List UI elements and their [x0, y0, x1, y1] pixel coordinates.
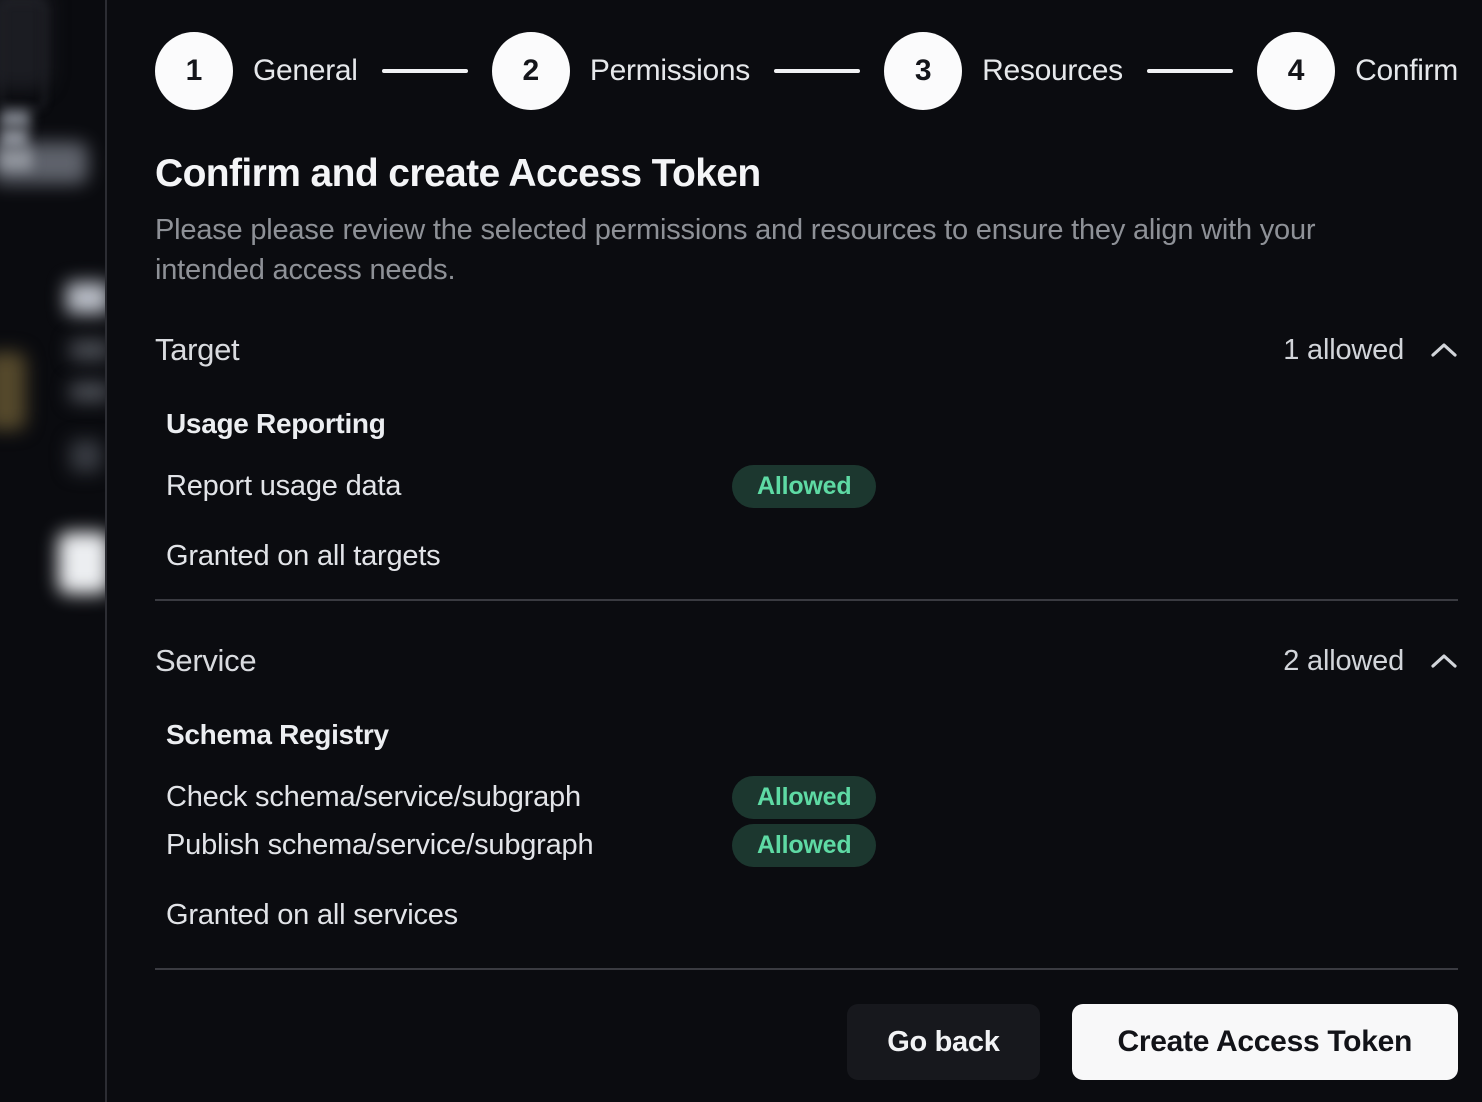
granted-note: Granted on all targets — [155, 540, 1458, 573]
section-summary: 2 allowed — [1283, 645, 1458, 678]
page-description: Please please review the selected permis… — [155, 210, 1395, 290]
wizard-stepper: 1 General 2 Permissions 3 Resources 4 Co… — [155, 32, 1458, 110]
blurred-icon — [70, 440, 102, 472]
permission-row: Report usage data Allowed — [166, 462, 1458, 510]
allowed-badge: Allowed — [732, 824, 876, 867]
step-number-circle: 3 — [884, 32, 962, 110]
section-title: Target — [155, 332, 239, 368]
permission-rows: Report usage data Allowed — [166, 462, 1458, 510]
permission-group-usage-reporting: Usage Reporting Report usage data Allowe… — [155, 408, 1458, 510]
step-label: Permissions — [590, 54, 750, 88]
step-general[interactable]: 1 General — [155, 32, 358, 110]
permission-group-title: Schema Registry — [166, 719, 1458, 751]
section-header-service[interactable]: Service 2 allowed — [155, 643, 1458, 679]
allowed-badge: Allowed — [732, 776, 876, 819]
permission-group-title: Usage Reporting — [166, 408, 1458, 440]
permission-label: Report usage data — [166, 470, 401, 503]
blurred-highlight — [0, 352, 26, 430]
section-divider — [155, 599, 1458, 601]
allowed-count: 1 allowed — [1283, 334, 1404, 367]
step-label: General — [253, 54, 358, 88]
footer-actions: Go back Create Access Token — [155, 1004, 1458, 1080]
step-resources[interactable]: 3 Resources — [884, 32, 1123, 110]
footer-divider — [155, 968, 1458, 970]
permission-group-schema-registry: Schema Registry Check schema/service/sub… — [155, 719, 1458, 869]
step-confirm[interactable]: 4 Confirm — [1257, 32, 1458, 110]
step-number-circle: 2 — [492, 32, 570, 110]
blurred-card — [58, 532, 106, 594]
blurred-card-outline — [0, 0, 46, 110]
page-title: Confirm and create Access Token — [155, 152, 1458, 196]
blurred-text — [70, 382, 106, 402]
chevron-up-icon — [1430, 341, 1458, 359]
section-title: Service — [155, 643, 256, 679]
blurred-text — [70, 340, 106, 360]
section-summary: 1 allowed — [1283, 334, 1458, 367]
background-page-blurred — [0, 0, 106, 1102]
go-back-button[interactable]: Go back — [847, 1004, 1039, 1080]
blurred-text — [66, 282, 106, 314]
blurred-text — [0, 150, 32, 170]
step-connector-line — [382, 69, 468, 73]
permission-label: Check schema/service/subgraph — [166, 781, 581, 814]
create-access-token-button[interactable]: Create Access Token — [1072, 1004, 1458, 1080]
permission-row: Check schema/service/subgraph Allowed — [166, 773, 1458, 821]
permission-row: Publish schema/service/subgraph Allowed — [166, 821, 1458, 869]
step-number-circle: 1 — [155, 32, 233, 110]
permission-label: Publish schema/service/subgraph — [166, 829, 593, 862]
blurred-text — [0, 128, 28, 150]
allowed-badge: Allowed — [732, 465, 876, 508]
create-access-token-modal: 1 General 2 Permissions 3 Resources 4 Co… — [105, 0, 1482, 1102]
granted-note: Granted on all services — [155, 899, 1458, 932]
step-label: Confirm — [1355, 54, 1458, 88]
blurred-text — [0, 110, 30, 128]
step-permissions[interactable]: 2 Permissions — [492, 32, 750, 110]
chevron-up-icon — [1430, 652, 1458, 670]
step-connector-line — [774, 69, 860, 73]
permission-rows: Check schema/service/subgraph Allowed Pu… — [166, 773, 1458, 869]
allowed-count: 2 allowed — [1283, 645, 1404, 678]
step-number-circle: 4 — [1257, 32, 1335, 110]
step-label: Resources — [982, 54, 1123, 88]
section-header-target[interactable]: Target 1 allowed — [155, 332, 1458, 368]
step-connector-line — [1147, 69, 1233, 73]
